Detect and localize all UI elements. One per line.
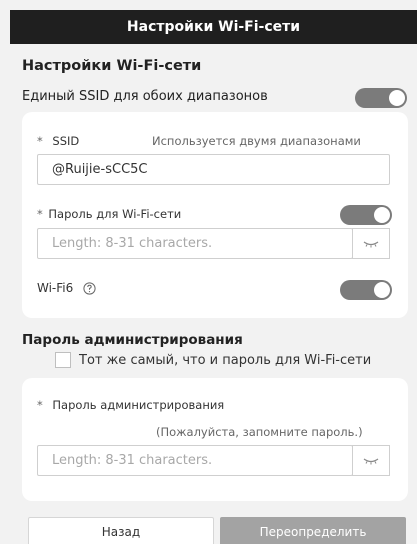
ssid-label-row: * SSID [37,134,79,148]
admin-password-placeholder: Length: 8-31 characters. [52,453,213,468]
eye-closed-icon [363,458,379,464]
ssid-hint: Используется двумя диапазонами [152,134,361,148]
back-button-label: Назад [101,525,141,539]
admin-password-card [22,378,408,501]
unified-ssid-toggle[interactable] [355,88,407,108]
admin-password-input[interactable]: Length: 8-31 characters. [37,445,353,476]
required-star: * [37,134,43,148]
wifi-password-label-row: * Пароль для Wi-Fi-сети [37,207,181,221]
required-star: * [37,398,43,412]
page-title: Настройки Wi-Fi-сети [126,19,301,35]
wifi-password-label: Пароль для Wi-Fi-сети [48,207,182,221]
same-as-wifi-checkbox[interactable] [55,352,71,368]
admin-password-visibility-button[interactable] [352,445,390,476]
ssid-input[interactable]: @Ruijie-sCC5C [37,154,390,185]
toggle-knob [389,90,405,106]
wifi6-toggle[interactable] [340,280,392,300]
wifi-password-visibility-button[interactable] [352,228,390,259]
admin-password-hint: (Пожалуйста, запомните пароль.) [156,425,363,439]
toggle-knob [374,282,390,298]
back-button[interactable]: Назад [28,517,214,544]
eye-closed-icon [363,241,379,247]
wifi-password-input[interactable]: Length: 8-31 characters. [37,228,353,259]
override-button[interactable]: Переопределить [220,517,406,544]
wifi-section-title: Настройки Wi-Fi-сети [22,58,202,74]
admin-password-label: Пароль администрирования [52,398,225,412]
admin-password-label-row: * Пароль администрирования [37,398,224,412]
admin-section-title: Пароль администрирования [22,332,243,348]
wifi6-label-row: Wi-Fi6 [37,281,96,295]
question-circle-icon[interactable] [83,282,96,295]
ssid-input-value: @Ruijie-sCC5C [52,162,148,177]
toggle-knob [374,207,390,223]
wifi-password-placeholder: Length: 8-31 characters. [52,236,213,251]
page-header: Настройки Wi-Fi-сети [10,10,417,44]
same-as-wifi-label: Тот же самый, что и пароль для Wi-Fi-сет… [79,352,372,368]
ssid-label: SSID [52,134,80,148]
unified-ssid-label: Единый SSID для обоих диапазонов [22,89,268,104]
same-as-wifi-option[interactable]: Тот же самый, что и пароль для Wi-Fi-сет… [55,351,371,369]
wifi6-label: Wi-Fi6 [37,281,74,295]
override-button-label: Переопределить [259,525,367,539]
required-star: * [37,207,43,221]
wifi-password-toggle[interactable] [340,205,392,225]
